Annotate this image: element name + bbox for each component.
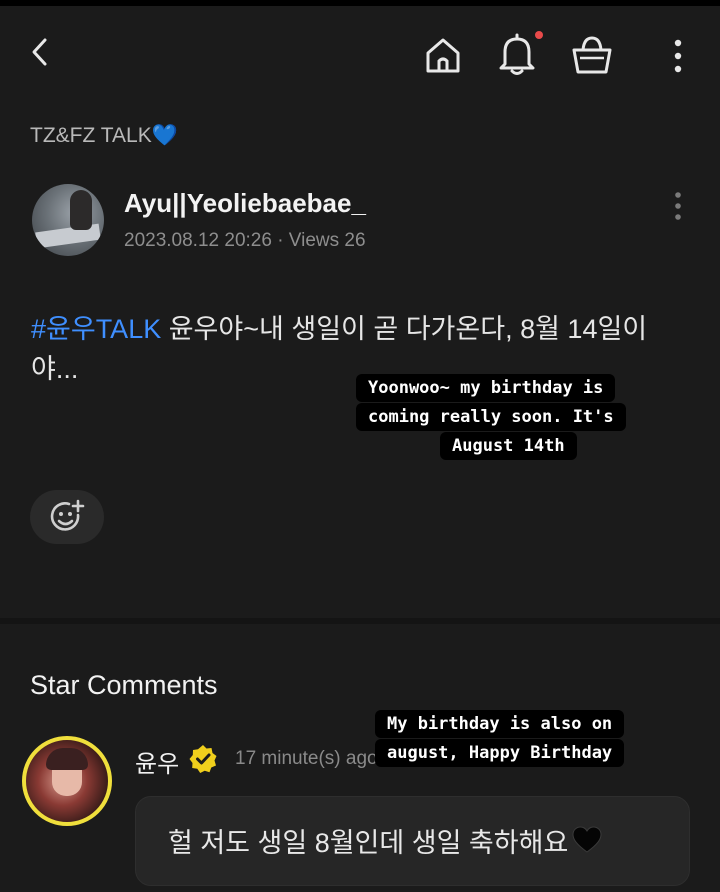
- black-heart-icon: [572, 826, 602, 859]
- section-title: Star Comments: [30, 670, 218, 700]
- avatar-photo-person: [70, 190, 92, 230]
- translation-caption: August 14th: [440, 432, 577, 460]
- translation-caption: Yoonwoo~ my birthday is: [356, 374, 616, 402]
- comment-time: 17 minute(s) ago: [235, 748, 378, 769]
- post-date: 2023.08.12 20:26: [124, 230, 272, 251]
- verified-badge-icon: [188, 744, 218, 774]
- translation-caption: My birthday is also on: [375, 710, 625, 738]
- section-divider: [0, 618, 720, 624]
- add-reaction-button[interactable]: [30, 490, 104, 544]
- blue-heart-emoji: 💙: [151, 124, 178, 147]
- add-emoji-icon: [50, 499, 85, 531]
- home-icon[interactable]: [418, 30, 468, 80]
- more-vertical-icon[interactable]: [660, 32, 696, 80]
- post-meta: 2023.08.12 20:26 · Views 26: [124, 230, 366, 252]
- post-hashtag[interactable]: #윤우TALK: [31, 314, 161, 344]
- translation-caption: august, Happy Birthday: [375, 739, 625, 767]
- board-title-text: TZ&FZ TALK: [30, 124, 152, 147]
- author-name[interactable]: Ayu||Yeoliebaebae_: [124, 188, 366, 219]
- notification-dot: [535, 31, 543, 39]
- commenter-avatar[interactable]: [22, 736, 112, 826]
- shopping-bag-icon[interactable]: [566, 30, 618, 80]
- commenter-name[interactable]: 윤우: [135, 744, 179, 779]
- post-views: · Views 26: [277, 230, 366, 251]
- post-more-icon[interactable]: [666, 188, 690, 224]
- top-navigation-bar: [0, 6, 720, 102]
- comment-text: 헐 저도 생일 8월인데 생일 축하해요: [168, 828, 569, 858]
- translation-caption: coming really soon. It's: [356, 403, 626, 431]
- avatar-photo-hair: [46, 748, 88, 770]
- back-icon[interactable]: [20, 30, 60, 74]
- board-title[interactable]: TZ&FZ TALK💙: [30, 124, 178, 148]
- author-avatar[interactable]: [32, 184, 104, 256]
